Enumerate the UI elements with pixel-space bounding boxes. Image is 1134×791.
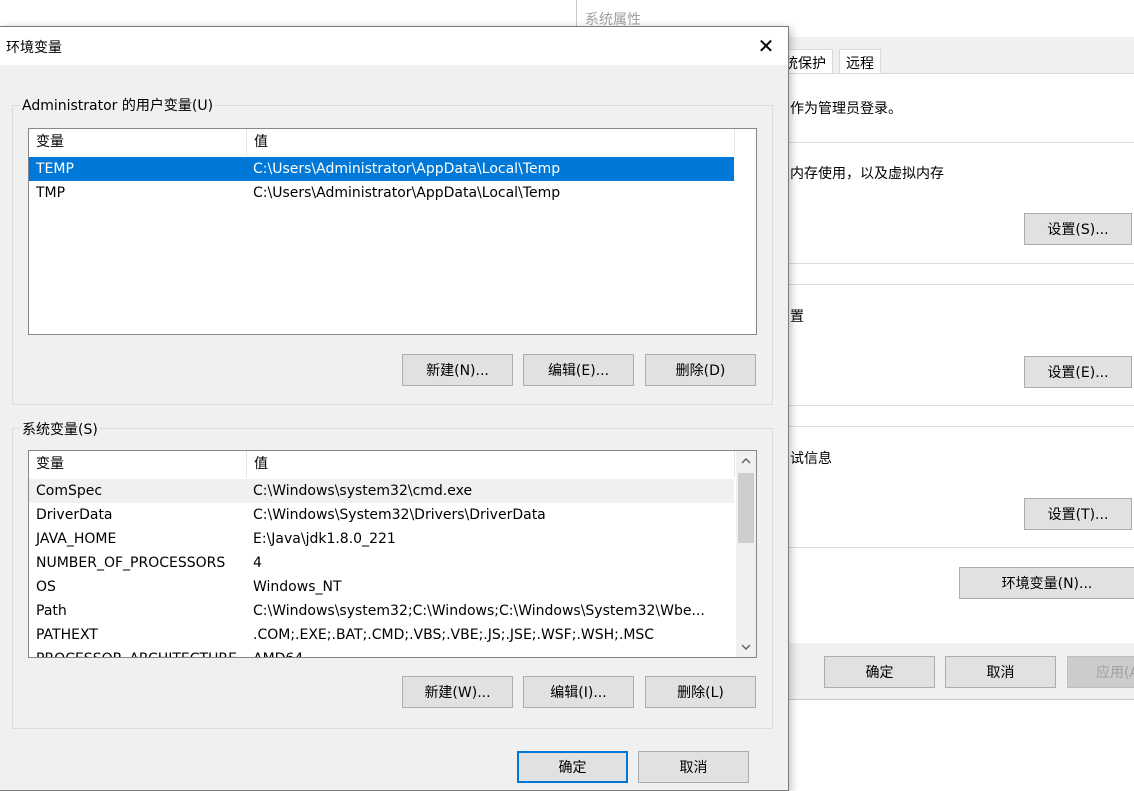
system-variables-label: 系统变量(S) xyxy=(20,419,100,439)
table-row[interactable]: JAVA_HOME E:\Java\jdk1.8.0_221 xyxy=(29,527,734,551)
variable-value: C:\Windows\System32\Drivers\DriverData xyxy=(253,507,546,523)
scroll-down-icon[interactable] xyxy=(736,637,756,657)
admin-note: 作为管理员登录。 xyxy=(790,101,902,117)
variable-value: Windows_NT xyxy=(253,579,342,595)
variable-value: C:\Users\Administrator\AppData\Local\Tem… xyxy=(253,161,561,177)
variable-value: .COM;.EXE;.BAT;.CMD;.VBS;.VBE;.JS;.JSE;.… xyxy=(253,627,655,643)
variable-name: OS xyxy=(36,579,56,595)
variable-value: 4 xyxy=(253,555,262,571)
scroll-up-icon[interactable] xyxy=(736,451,756,471)
table-row[interactable]: TEMP C:\Users\Administrator\AppData\Loca… xyxy=(29,157,734,181)
table-row[interactable]: NUMBER_OF_PROCESSORS 4 xyxy=(29,551,734,575)
cancel-button[interactable]: 取消 xyxy=(638,751,749,783)
variable-name: NUMBER_OF_PROCESSORS xyxy=(36,555,226,571)
variable-value: C:\Windows\system32;C:\Windows;C:\Window… xyxy=(253,603,705,619)
user-new-button[interactable]: 新建(N)... xyxy=(402,354,513,386)
startup-recovery-settings-button[interactable]: 设置(T)... xyxy=(1024,498,1132,530)
ok-button[interactable]: 确定 xyxy=(517,751,628,783)
variable-name: PATHEXT xyxy=(36,627,98,643)
system-properties-ok-button[interactable]: 确定 xyxy=(824,656,935,688)
system-edit-button[interactable]: 编辑(I)... xyxy=(523,676,634,708)
environment-variables-button[interactable]: 环境变量(N)... xyxy=(959,567,1134,599)
variable-name: ComSpec xyxy=(36,483,103,499)
table-row[interactable]: Path C:\Windows\system32;C:\Windows;C:\W… xyxy=(29,599,734,623)
tab-remote[interactable]: 远程 xyxy=(839,49,881,74)
variable-value: C:\Windows\system32\cmd.exe xyxy=(253,483,473,499)
variable-name: PROCESSOR_ARCHITECTURE xyxy=(29,647,246,657)
table-row[interactable]: PROCESSOR_ARCHITECTURE AMD64 xyxy=(29,647,734,657)
system-delete-button[interactable]: 删除(L) xyxy=(645,676,756,708)
variable-name: JAVA_HOME xyxy=(36,531,117,547)
system-new-button[interactable]: 新建(W)... xyxy=(402,676,513,708)
user-edit-button[interactable]: 编辑(E)... xyxy=(523,354,634,386)
column-header-value[interactable]: 值 xyxy=(247,451,735,477)
dialog-titlebar: 环境变量 ✕ xyxy=(0,27,788,65)
list-header: 变量 值 xyxy=(29,129,756,155)
table-row[interactable]: TMP C:\Users\Administrator\AppData\Local… xyxy=(29,181,734,205)
table-row[interactable]: PATHEXT .COM;.EXE;.BAT;.CMD;.VBS;.VBE;.J… xyxy=(29,623,734,647)
system-variables-list[interactable]: 变量 值 ComSpec C:\Windows\system32\cmd.exe… xyxy=(28,450,757,658)
variable-name: DriverData xyxy=(36,507,113,523)
column-header-variable[interactable]: 变量 xyxy=(29,129,247,155)
user-delete-button[interactable]: 删除(D) xyxy=(645,354,756,386)
dialog-title: 环境变量 xyxy=(6,40,62,56)
variable-value: AMD64 xyxy=(246,647,734,657)
user-profiles-description: 置 xyxy=(790,309,804,325)
table-row[interactable]: ComSpec C:\Windows\system32\cmd.exe xyxy=(29,479,734,503)
variable-value: E:\Java\jdk1.8.0_221 xyxy=(253,531,396,547)
table-row[interactable]: DriverData C:\Windows\System32\Drivers\D… xyxy=(29,503,734,527)
column-header-variable[interactable]: 变量 xyxy=(29,451,247,477)
variable-name: Path xyxy=(36,603,67,619)
close-icon[interactable]: ✕ xyxy=(744,27,788,65)
system-properties-cancel-button[interactable]: 取消 xyxy=(945,656,1056,688)
startup-recovery-description: 试信息 xyxy=(790,451,832,467)
table-row[interactable]: OS Windows_NT xyxy=(29,575,734,599)
variable-name: TMP xyxy=(36,185,66,201)
user-variables-label: Administrator 的用户变量(U) xyxy=(20,95,216,115)
performance-settings-button[interactable]: 设置(S)... xyxy=(1024,213,1132,245)
system-properties-apply-button[interactable]: 应用(A) xyxy=(1067,656,1134,688)
user-profiles-settings-button[interactable]: 设置(E)... xyxy=(1024,356,1132,388)
user-variables-list[interactable]: 变量 值 TEMP C:\Users\Administrator\AppData… xyxy=(28,128,757,335)
performance-description: 内存使用，以及虚拟内存 xyxy=(790,166,944,182)
environment-variables-dialog: 环境变量 ✕ Administrator 的用户变量(U) 变量 值 TEMP … xyxy=(0,26,789,791)
variable-name: TEMP xyxy=(36,161,74,177)
scrollbar-thumb[interactable] xyxy=(738,473,754,543)
vertical-scrollbar[interactable] xyxy=(736,451,756,657)
column-header-value[interactable]: 值 xyxy=(247,129,735,155)
variable-value: C:\Users\Administrator\AppData\Local\Tem… xyxy=(253,185,561,201)
list-header: 变量 值 xyxy=(29,451,756,477)
